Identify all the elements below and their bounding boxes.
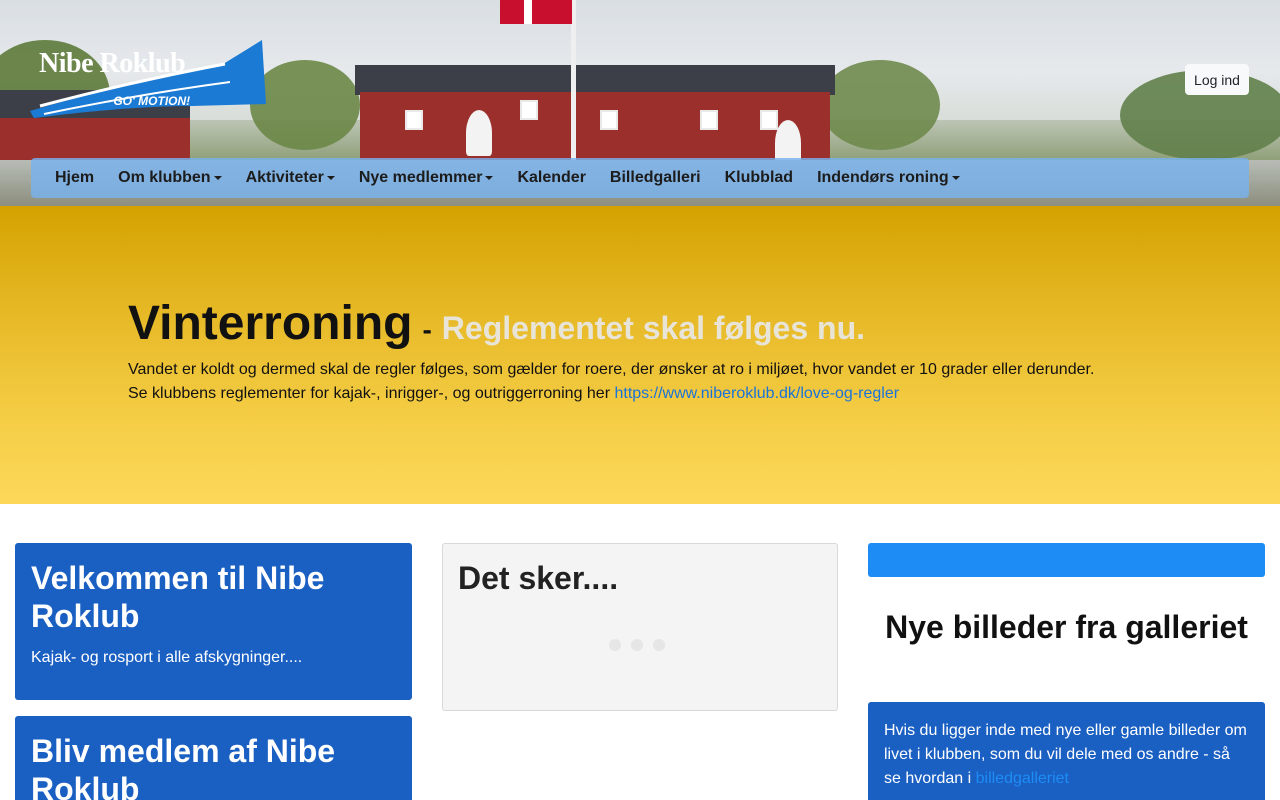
nav-item-klubblad[interactable]: Klubblad	[713, 158, 805, 198]
hero-window	[600, 110, 618, 130]
nav-item-label: Hjem	[55, 169, 95, 186]
nav-item-label: Kalender	[517, 169, 586, 186]
welcome-title: Velkommen til Nibe Roklub	[31, 560, 325, 634]
alert-heading: Vinterroning - Reglementet skal følges n…	[128, 296, 865, 351]
hero-tree	[820, 60, 940, 150]
nav-item-label: Billedgalleri	[609, 169, 701, 186]
gallery-title: Nye billeder fra galleriet	[885, 609, 1248, 645]
alert-dash: -	[422, 314, 432, 345]
caret-down-icon	[326, 176, 335, 180]
loading-dot	[631, 639, 643, 651]
nav-item-om-klubben[interactable]: Om klubben	[106, 158, 233, 198]
caret-down-icon	[485, 176, 494, 180]
nav-item-indendørs-roning[interactable]: Indendørs roning	[805, 158, 972, 198]
caret-down-icon	[213, 176, 222, 180]
membership-title: Bliv medlem af Nibe Roklub	[31, 733, 336, 800]
loading-dot	[653, 639, 665, 651]
hero-house	[0, 118, 190, 163]
events-card: Det sker....	[442, 543, 838, 711]
caret-down-icon	[951, 176, 960, 180]
hero-flagpole	[571, 0, 576, 160]
alert-banner	[0, 206, 1280, 504]
nav-item-kalender[interactable]: Kalender	[505, 158, 597, 198]
gallery-info-text: Hvis du ligger inde med nye eller gamle …	[884, 719, 1249, 791]
hero-roof	[355, 65, 835, 95]
hero-window	[520, 100, 538, 120]
logo-name: Nibe Roklub	[39, 48, 186, 79]
hero-window	[405, 110, 423, 130]
hero-beach-flag	[466, 110, 492, 156]
nav-item-hjem[interactable]: Hjem	[43, 158, 106, 198]
events-title: Det sker....	[458, 560, 619, 596]
alert-title: Vinterroning	[128, 297, 413, 350]
nav-item-label: Nye medlemmer	[358, 169, 483, 186]
site-logo[interactable]: Nibe Roklub - GO' MOTION!	[30, 36, 270, 122]
welcome-text: Kajak- og rosport i alle afskygninger...…	[31, 649, 303, 666]
nav-item-nye-medlemmer[interactable]: Nye medlemmer	[347, 158, 506, 198]
main-navigation: Hjem Om klubben Aktiviteter Nye medlemmer Ka…	[31, 158, 1249, 198]
nav-item-label: Aktiviteter	[245, 169, 324, 186]
alert-text-line2: Se klubbens reglementer for kajak-, inri…	[128, 385, 899, 403]
loading-spinner	[609, 639, 665, 651]
hero-window	[760, 110, 778, 130]
rules-link[interactable]: https://www.niberoklub.dk/love-og-regler	[614, 385, 899, 402]
gallery-top-bar	[868, 543, 1265, 577]
alert-subtitle: Reglementet skal følges nu.	[441, 310, 866, 346]
nav-item-aktiviteter[interactable]: Aktiviteter	[234, 158, 347, 198]
loading-dot	[609, 639, 621, 651]
membership-card[interactable]: Bliv medlem af Nibe Roklub	[15, 716, 412, 800]
login-button[interactable]: Log ind	[1185, 64, 1249, 95]
nav-item-label: Indendørs roning	[817, 169, 949, 186]
nav-item-label: Om klubben	[118, 169, 211, 186]
danish-flag-icon	[500, 0, 572, 24]
header-hero: Nibe Roklub - GO' MOTION! Log ind Hjem Om…	[0, 0, 1280, 206]
hero-window	[700, 110, 718, 130]
nav-item-label: Klubblad	[724, 169, 794, 186]
gallery-link[interactable]: billedgalleriet	[976, 770, 1069, 787]
welcome-card: Velkommen til Nibe Roklub Kajak- og rosp…	[15, 543, 412, 700]
alert-text-line1: Vandet er koldt og dermed skal de regler…	[128, 361, 1095, 378]
nav-item-billedgalleri[interactable]: Billedgalleri	[598, 158, 713, 198]
logo-tagline: - GO' MOTION!	[106, 94, 191, 108]
gallery-info-card: Hvis du ligger inde med nye eller gamle …	[868, 702, 1265, 800]
alert-text-prefix: Se klubbens reglementer for kajak-, inri…	[128, 385, 615, 402]
